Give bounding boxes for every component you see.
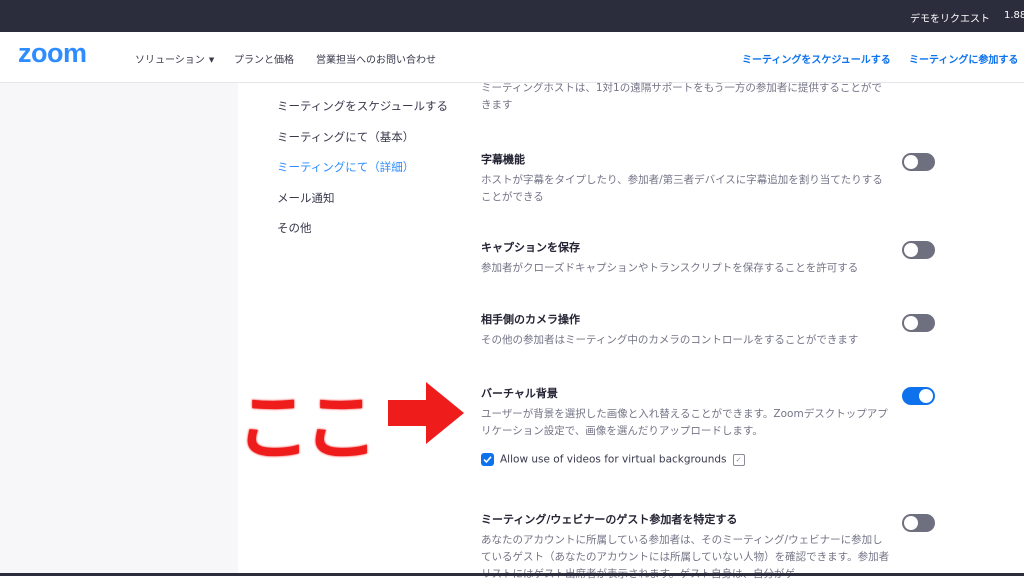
toggle-knob: [904, 243, 918, 257]
allow-videos-option[interactable]: Allow use of videos for virtual backgrou…: [481, 453, 745, 466]
setting-closed-caption-desc: ホストが字幕をタイプしたり、参加者/第三者デバイスに字幕追加を割り当てたりするこ…: [481, 174, 883, 203]
setting-identify-guests-title: ミーティング/ウェビナーのゲスト参加者を特定する: [481, 513, 738, 526]
sidebar-item-in-meeting-basic[interactable]: ミーティングにて（基本）: [277, 129, 448, 160]
allow-videos-label: Allow use of videos for virtual backgrou…: [500, 453, 727, 466]
setting-closed-caption-title: 字幕機能: [481, 153, 525, 166]
setting-virtual-background-title: バーチャル背景: [481, 387, 558, 400]
setting-closed-caption: 字幕機能 ホストが字幕をタイプしたり、参加者/第三者デバイスに字幕追加を割り当て…: [481, 151, 891, 206]
far-end-camera-toggle[interactable]: [902, 314, 935, 332]
top-bar: デモをリクエスト 1.88: [0, 0, 1024, 32]
nav-solutions[interactable]: ソリューション ▼: [135, 51, 214, 66]
virtual-background-toggle[interactable]: [902, 387, 935, 405]
toggle-knob: [904, 516, 918, 530]
caret-down-icon: ▼: [208, 56, 215, 64]
settings-sidebar: ミーティングをスケジュールする ミーティングにて（基本） ミーティングにて（詳細…: [277, 98, 448, 251]
toggle-knob: [904, 316, 918, 330]
sidebar-item-in-meeting-advanced[interactable]: ミーティングにて（詳細）: [277, 159, 448, 190]
left-gutter: [0, 83, 238, 576]
sidebar-item-schedule-meeting[interactable]: ミーティングをスケジュールする: [277, 98, 448, 129]
check-icon: [483, 456, 492, 464]
sidebar-item-other[interactable]: その他: [277, 220, 448, 251]
toggle-knob: [919, 389, 933, 403]
demo-request-link[interactable]: デモをリクエスト: [910, 10, 990, 25]
setting-far-end-camera-desc: その他の参加者はミーティング中のカメラのコントロールをすることができます: [481, 334, 859, 346]
setting-virtual-background: バーチャル背景 ユーザーが背景を選択した画像と入れ替えることができます。Zoom…: [481, 385, 891, 440]
closed-caption-toggle[interactable]: [902, 153, 935, 171]
setting-remote-support: ミーティングホストは、1対1の遠隔サポートをもう一方の参加者に提供することができ…: [481, 80, 891, 114]
nav-plans[interactable]: プランと価格: [234, 51, 294, 66]
setting-save-captions-desc: 参加者がクローズドキャプションやトランスクリプトを保存することを許可する: [481, 262, 859, 274]
setting-virtual-background-desc: ユーザーが背景を選択した画像と入れ替えることができます。Zoomデスクトップアプ…: [481, 408, 888, 437]
phone-number[interactable]: 1.88: [1004, 10, 1024, 21]
identify-guests-toggle[interactable]: [902, 514, 935, 532]
join-meeting-link[interactable]: ミーティングに参加する: [909, 51, 1018, 66]
site-header: zoom ソリューション ▼ プランと価格 営業担当へのお問い合わせ ミーティング…: [0, 32, 1024, 83]
red-arrow-icon: [388, 382, 464, 444]
setting-far-end-camera-title: 相手側のカメラ操作: [481, 313, 580, 326]
nav-solutions-label: ソリューション: [135, 55, 205, 66]
setting-far-end-camera: 相手側のカメラ操作 その他の参加者はミーティング中のカメラのコントロールをするこ…: [481, 311, 891, 349]
toggle-knob: [904, 155, 918, 169]
allow-videos-checkbox[interactable]: [481, 453, 494, 466]
setting-remote-support-desc: ミーティングホストは、1対1の遠隔サポートをもう一方の参加者に提供することができ…: [481, 82, 882, 111]
zoom-logo[interactable]: zoom: [18, 38, 87, 69]
setting-save-captions-title: キャプションを保存: [481, 241, 580, 254]
annotation-text: ここ: [236, 385, 378, 471]
info-icon[interactable]: ✓: [732, 453, 745, 466]
nav-contact-sales[interactable]: 営業担当へのお問い合わせ: [316, 51, 436, 66]
sidebar-item-email-notification[interactable]: メール通知: [277, 190, 448, 221]
schedule-meeting-link[interactable]: ミーティングをスケジュールする: [742, 51, 891, 66]
save-captions-toggle[interactable]: [902, 241, 935, 259]
setting-save-captions: キャプションを保存 参加者がクローズドキャプションやトランスクリプトを保存するこ…: [481, 239, 891, 277]
